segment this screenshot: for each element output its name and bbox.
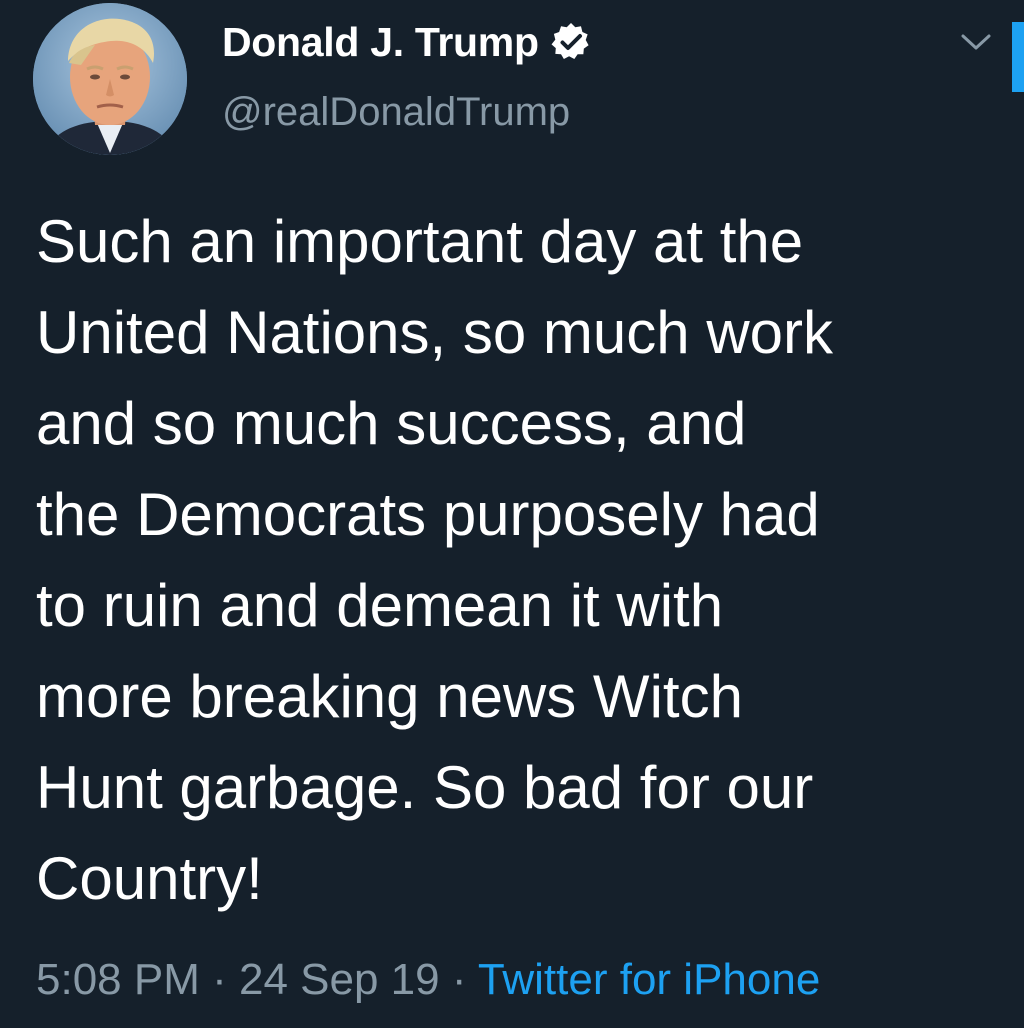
meta-separator: · [439, 955, 478, 1004]
tweet-text-line: United Nations, so much work [36, 299, 833, 366]
tweet-text-line: more breaking news Witch [36, 663, 743, 730]
author-name-row[interactable]: Donald J. Trump [222, 14, 591, 70]
verified-badge-icon [551, 22, 589, 60]
meta-separator: · [199, 955, 239, 1004]
tweet-source-link[interactable]: Twitter for iPhone [478, 955, 820, 1004]
tweet-text-line: Hunt garbage. So bad for our [36, 754, 814, 821]
avatar-image [33, 3, 187, 155]
tweet-text-line: and so much success, and [36, 390, 747, 457]
tweet-text-line: Such an important day at the [36, 208, 804, 275]
chevron-down-icon[interactable] [960, 32, 992, 52]
scroll-indicator [1012, 22, 1024, 92]
author-handle[interactable]: @realDonaldTrump [222, 90, 570, 135]
tweet-screen: Donald J. Trump @realDonaldTrump Such an… [0, 0, 1024, 1028]
tweet-text-line: to ruin and demean it with [36, 572, 724, 639]
tweet-text: Such an important day at the United Nati… [36, 196, 1006, 924]
tweet-text-line: Country! [36, 845, 263, 912]
author-display-name[interactable]: Donald J. Trump [222, 19, 539, 66]
tweet-meta: 5:08 PM · 24 Sep 19 · Twitter for iPhone [36, 952, 820, 1008]
tweet-time[interactable]: 5:08 PM [36, 955, 200, 1004]
tweet-text-line: the Democrats purposely had [36, 481, 820, 548]
profile-avatar[interactable] [33, 3, 187, 155]
tweet-date[interactable]: 24 Sep 19 [239, 955, 440, 1004]
